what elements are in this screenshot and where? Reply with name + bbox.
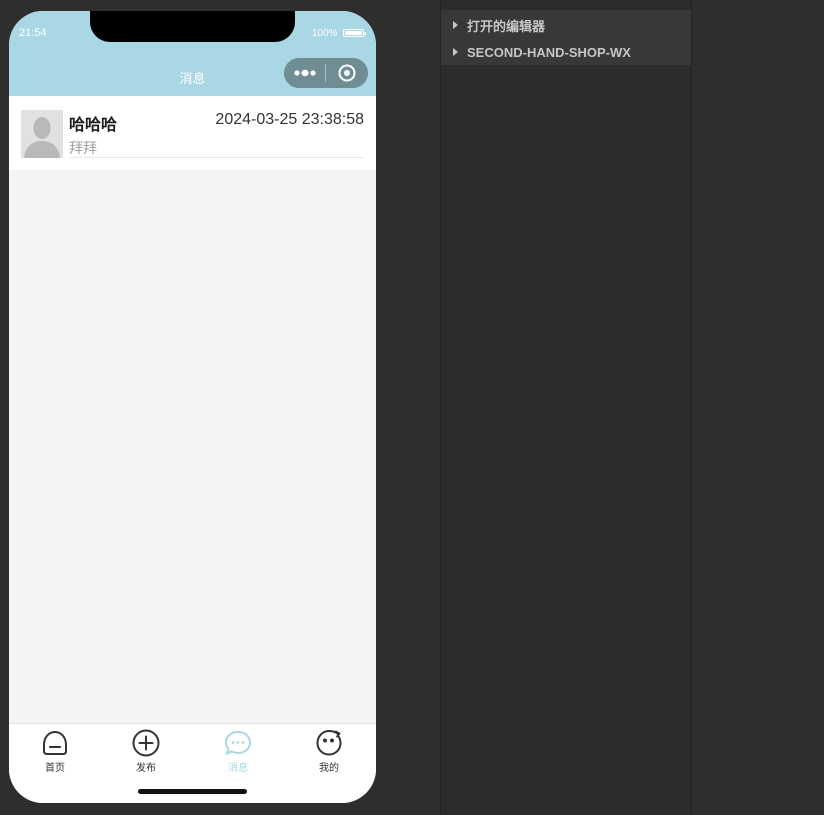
tab-publish[interactable]: 发布: [116, 728, 176, 774]
message-list: 哈哈哈 2024-03-25 23:38:58 拜拜: [9, 96, 376, 723]
contact-name: 哈哈哈: [69, 117, 118, 134]
home-icon: [43, 730, 67, 755]
plus-circle-icon: [132, 729, 160, 757]
section-label: SECOND-HAND-SHOP-WX: [467, 44, 631, 60]
chevron-right-icon: [453, 48, 458, 56]
list-item[interactable]: 哈哈哈 2024-03-25 23:38:58 拜拜: [9, 96, 376, 170]
divider: [69, 157, 364, 158]
tab-label: 发布: [136, 763, 156, 774]
tab-mine[interactable]: 我的: [299, 728, 359, 774]
chevron-right-icon: [453, 21, 458, 29]
file-explorer-panel: 打开的编辑器 SECOND-HAND-SHOP-WX: [440, 0, 692, 815]
smiley-icon: [316, 729, 342, 756]
header-bar: 21:54 100% 消息: [9, 11, 376, 96]
target-circle-icon: [338, 64, 356, 82]
tab-messages[interactable]: 消息: [208, 728, 268, 774]
default-user-icon: [21, 110, 63, 158]
tab-label: 我的: [319, 763, 339, 774]
message-preview: 拜拜: [69, 140, 97, 156]
more-button[interactable]: [284, 58, 325, 88]
chat-bubble-icon: [224, 730, 252, 756]
tab-label: 消息: [228, 763, 248, 774]
tab-home[interactable]: 首页: [25, 728, 85, 774]
battery-icon: [343, 29, 366, 37]
open-editors-section[interactable]: 打开的编辑器: [453, 15, 545, 35]
menu-capsule: [284, 58, 368, 88]
message-timestamp: 2024-03-25 23:38:58: [215, 111, 364, 128]
battery-percent: 100%: [312, 28, 338, 39]
section-label: 打开的编辑器: [467, 18, 546, 34]
more-dots-icon: [293, 69, 316, 77]
project-folder-section[interactable]: SECOND-HAND-SHOP-WX: [453, 42, 631, 62]
close-miniprogram-button[interactable]: [326, 58, 368, 88]
avatar: [21, 110, 63, 158]
phone-simulator: 21:54 100% 消息 哈哈哈 2024-03-25 23:38:58 拜拜…: [9, 11, 376, 803]
tab-label: 首页: [45, 763, 65, 774]
status-time: 21:54: [19, 27, 47, 39]
phone-notch: [90, 11, 295, 42]
home-indicator: [138, 789, 247, 794]
